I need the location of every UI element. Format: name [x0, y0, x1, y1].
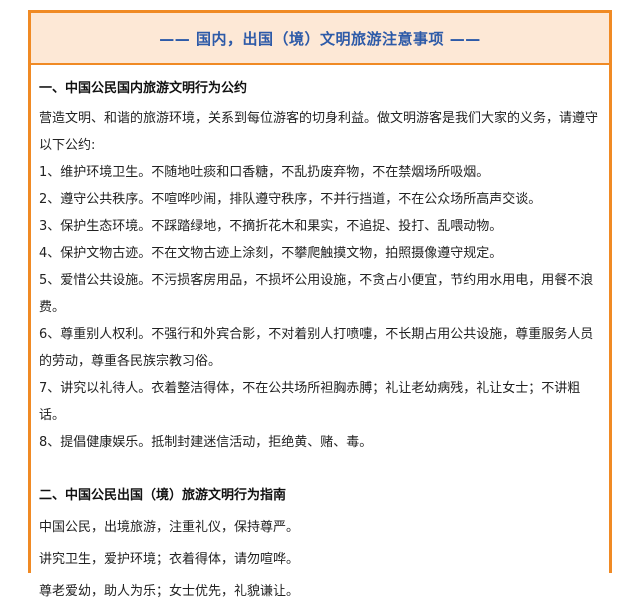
rule-item: 2、遵守公共秩序。不喧哗吵闹，排队遵守秩序，不并行挡道，不在公众场所高声交谈。 [39, 192, 542, 207]
title-banner: —— 国内，出国（境）文明旅游注意事项 —— [31, 13, 609, 65]
document-body: 一、中国公民国内旅游文明行为公约 营造文明、和谐的旅游环境，关系到每位游客的切身… [31, 79, 609, 602]
rule-item: 7、讲究以礼待人。衣着整洁得体，不在公共场所袒胸赤膊；礼让老幼病残，礼让女士；不… [39, 381, 581, 423]
guide-line: 讲究卫生，爱护环境；衣着得体，请勿喧哗。 [39, 552, 300, 567]
rule-item: 6、尊重别人权利。不强行和外宾合影，不对着别人打喷嚏，不长期占用公共设施，尊重服… [39, 327, 594, 369]
section-heading-domestic: 一、中国公民国内旅游文明行为公约 [39, 81, 248, 96]
rule-item: 3、保护生态环境。不踩踏绿地，不摘折花木和果实，不追捉、投打、乱喂动物。 [39, 219, 503, 234]
guide-line: 尊老爱幼，助人为乐；女士优先，礼貌谦让。 [39, 584, 300, 599]
guide-line: 中国公民，出境旅游，注重礼仪，保持尊严。 [39, 520, 300, 535]
domestic-intro: 营造文明、和谐的旅游环境，关系到每位游客的切身利益。做文明游客是我们大家的义务，… [39, 111, 599, 153]
rule-item: 8、提倡健康娱乐。抵制封建迷信活动，拒绝黄、赌、毒。 [39, 435, 373, 450]
page-title: —— 国内，出国（境）文明旅游注意事项 —— [159, 29, 481, 48]
rule-item: 5、爱惜公共设施。不污损客房用品，不损坏公用设施，不贪占小便宜，节约用水用电，用… [39, 273, 594, 315]
notice-frame: —— 国内，出国（境）文明旅游注意事项 —— 一、中国公民国内旅游文明行为公约 … [28, 10, 612, 599]
section-heading-outbound: 二、中国公民出国（境）旅游文明行为指南 [39, 488, 287, 503]
rule-item: 1、维护环境卫生。不随地吐痰和口香糖，不乱扔废弃物，不在禁烟场所吸烟。 [39, 165, 490, 180]
rule-item: 4、保护文物古迹。不在文物古迹上涂刻，不攀爬触摸文物，拍照摄像遵守规定。 [39, 246, 503, 261]
